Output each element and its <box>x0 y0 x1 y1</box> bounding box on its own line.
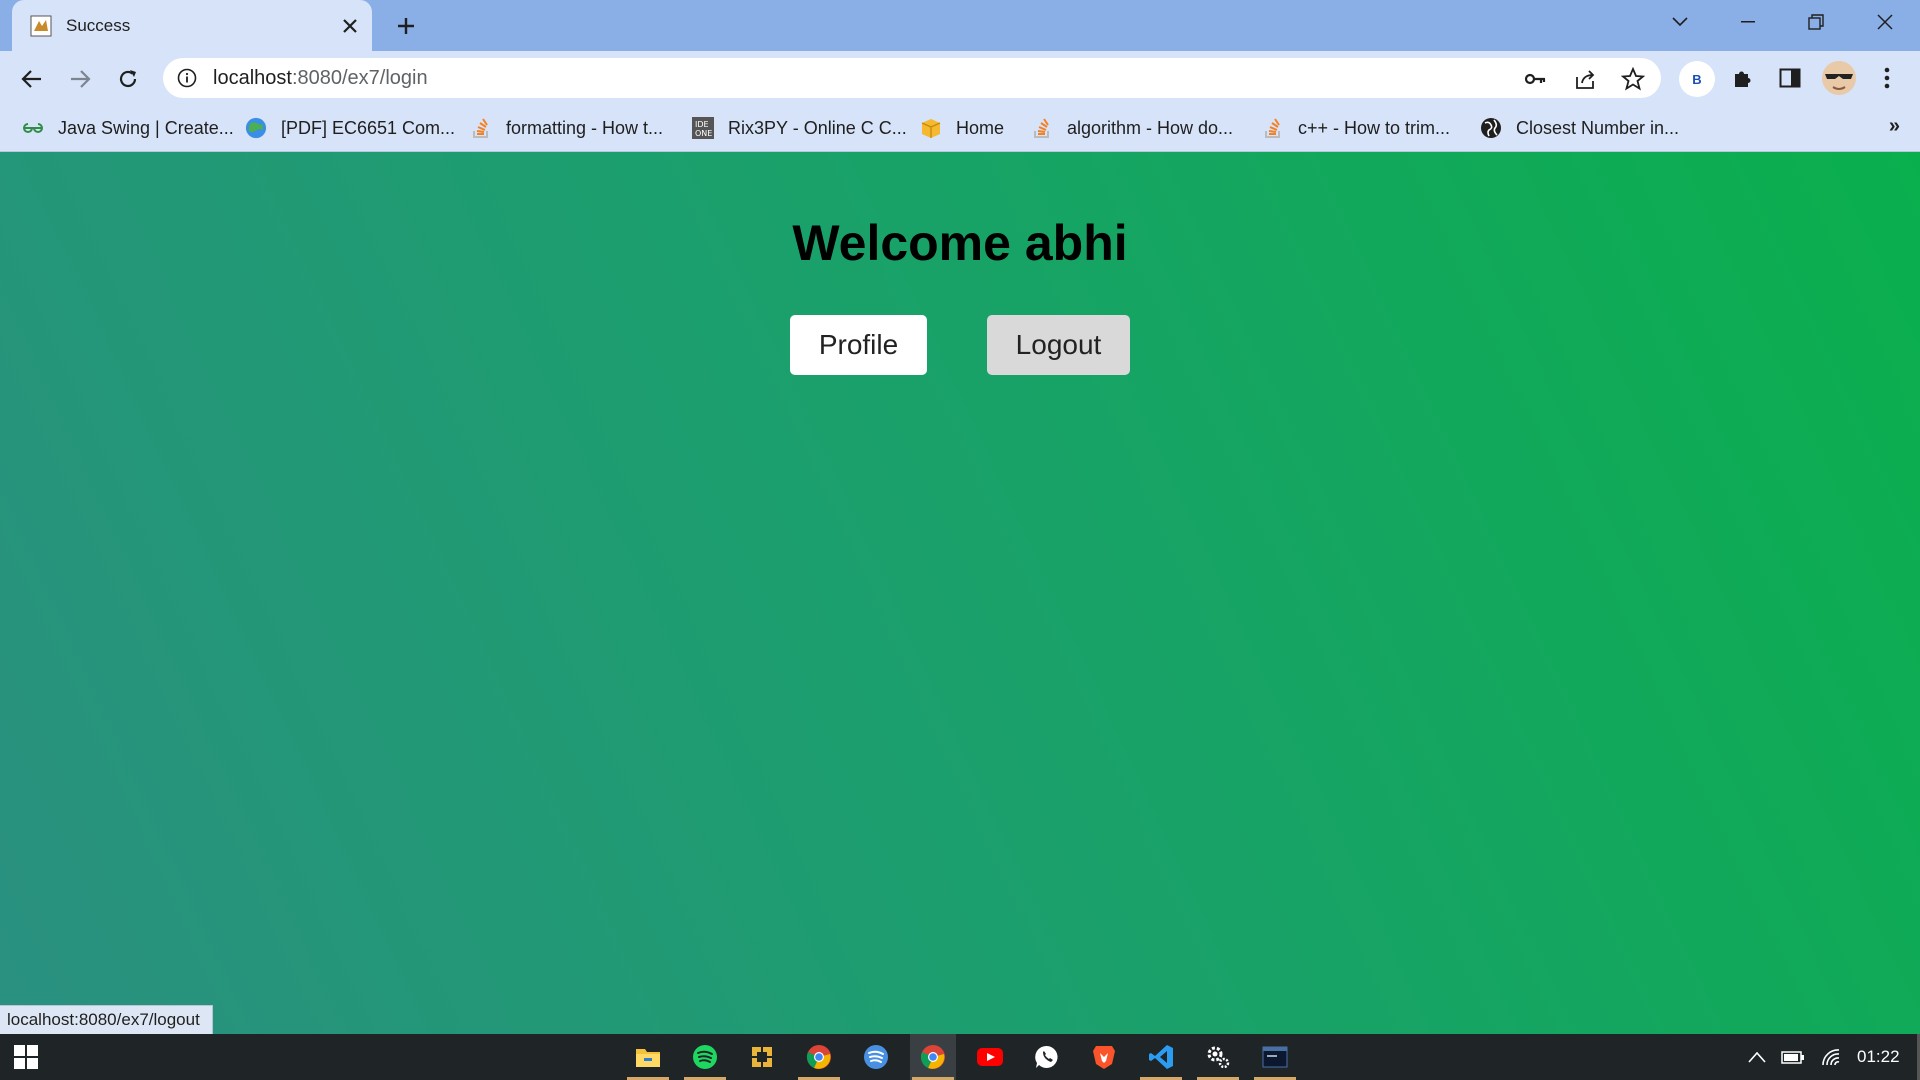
browser-toolbar: localhost:8080/ex7/login B <box>0 51 1920 105</box>
bookmark-item[interactable]: IDE ONE Rix3PY - Online C C... <box>692 105 907 151</box>
bookmark-item[interactable]: Java Swing | Create... <box>22 105 234 151</box>
share-icon[interactable] <box>1573 67 1597 91</box>
stackoverflow-icon <box>1262 117 1284 139</box>
extensions-puzzle-icon[interactable] <box>1728 63 1758 93</box>
stackoverflow-icon <box>470 117 492 139</box>
box-icon <box>920 117 942 139</box>
bookmark-item[interactable]: Closest Number in... <box>1480 105 1679 151</box>
password-key-icon[interactable] <box>1523 67 1547 91</box>
file-explorer-icon[interactable] <box>625 1034 671 1080</box>
bookmark-item[interactable]: [PDF] EC6651 Com... <box>245 105 455 151</box>
profile-badge-label: B <box>1692 71 1702 87</box>
status-bubble-link-url: localhost:8080/ex7/logout <box>0 1005 213 1034</box>
svg-text:ONE: ONE <box>695 129 712 138</box>
browser-title-bar: Success <box>0 0 1920 51</box>
svg-text:IDE: IDE <box>695 120 709 129</box>
url-text[interactable]: localhost:8080/ex7/login <box>213 67 428 90</box>
windows-taskbar: 01:22 <box>0 1034 1920 1080</box>
bookmark-item[interactable]: formatting - How t... <box>470 105 663 151</box>
bookmark-label: c++ - How to trim... <box>1298 117 1451 138</box>
windows-start-icon[interactable] <box>14 1045 38 1069</box>
bookmark-item[interactable]: Home <box>920 105 1004 151</box>
chrome-icon[interactable] <box>796 1034 842 1080</box>
profile-badge-b[interactable]: B <box>1679 61 1715 97</box>
clock[interactable]: 01:22 <box>1857 1034 1900 1080</box>
tomcat-favicon-icon <box>30 15 52 37</box>
site-info-icon[interactable] <box>177 68 197 88</box>
bookmark-label: formatting - How t... <box>506 117 664 138</box>
settings-icon[interactable] <box>1195 1034 1241 1080</box>
wifi-icon[interactable] <box>1820 1034 1842 1080</box>
new-tab-plus-icon[interactable] <box>390 11 422 41</box>
globe-icon <box>1480 117 1502 139</box>
bookmark-item[interactable]: algorithm - How do... <box>1031 105 1233 151</box>
tab-search-chevron-icon[interactable] <box>1650 0 1710 44</box>
globe-colored-icon <box>245 117 267 139</box>
terminal-icon[interactable] <box>1252 1034 1298 1080</box>
close-window-icon[interactable] <box>1855 0 1915 44</box>
vscode-icon[interactable] <box>1138 1034 1184 1080</box>
battery-icon[interactable] <box>1781 1034 1805 1080</box>
profile-button[interactable]: Profile <box>790 315 927 375</box>
logout-button[interactable]: Logout <box>987 315 1130 375</box>
page-body: Welcome abhi Profile Logout localhost:80… <box>0 152 1920 1034</box>
youtube-icon[interactable] <box>967 1034 1013 1080</box>
address-bar[interactable]: localhost:8080/ex7/login <box>163 58 1661 98</box>
bookmarks-overflow-chevron-icon[interactable]: » <box>1889 115 1900 138</box>
welcome-username: abhi <box>1024 215 1128 271</box>
bookmark-star-icon[interactable] <box>1620 66 1646 91</box>
tray-chevron-up-icon[interactable] <box>1748 1034 1766 1080</box>
forward-arrow-icon[interactable] <box>62 61 98 97</box>
bookmark-label: Closest Number in... <box>1516 117 1680 138</box>
brave-icon[interactable] <box>1081 1034 1127 1080</box>
back-arrow-icon[interactable] <box>14 61 50 97</box>
welcome-heading: Welcome abhi <box>0 214 1920 272</box>
tab-title: Success <box>66 15 131 35</box>
stackoverflow-icon <box>1031 117 1053 139</box>
whatsapp-icon[interactable] <box>1024 1034 1070 1080</box>
bookmark-label: [PDF] EC6651 Com... <box>281 117 456 138</box>
chrome-active-icon[interactable] <box>910 1034 956 1080</box>
bookmarks-bar: Java Swing | Create... [PDF] EC6651 Com.… <box>0 105 1920 152</box>
reload-icon[interactable] <box>110 61 146 97</box>
restore-icon[interactable] <box>1786 0 1846 44</box>
bookmark-label: algorithm - How do... <box>1067 117 1234 138</box>
app-icon[interactable] <box>739 1034 785 1080</box>
welcome-prefix: Welcome <box>792 215 1025 271</box>
bookmark-label: Home <box>956 117 1005 138</box>
geeksforgeeks-icon <box>22 117 44 139</box>
ideone-icon: IDE ONE <box>692 117 714 139</box>
spotify-icon[interactable] <box>682 1034 728 1080</box>
tab-success[interactable]: Success <box>12 0 372 51</box>
user-avatar-icon[interactable] <box>1820 59 1858 97</box>
bookmark-item[interactable]: c++ - How to trim... <box>1262 105 1450 151</box>
bookmark-label: Java Swing | Create... <box>58 117 234 138</box>
kebab-menu-icon[interactable] <box>1872 63 1902 93</box>
minimize-icon[interactable] <box>1718 0 1778 44</box>
spotify-browser-icon[interactable] <box>853 1034 899 1080</box>
tab-close-icon[interactable] <box>336 12 364 40</box>
side-panel-icon[interactable] <box>1775 63 1805 93</box>
bookmark-label: Rix3PY - Online C C... <box>728 117 907 138</box>
